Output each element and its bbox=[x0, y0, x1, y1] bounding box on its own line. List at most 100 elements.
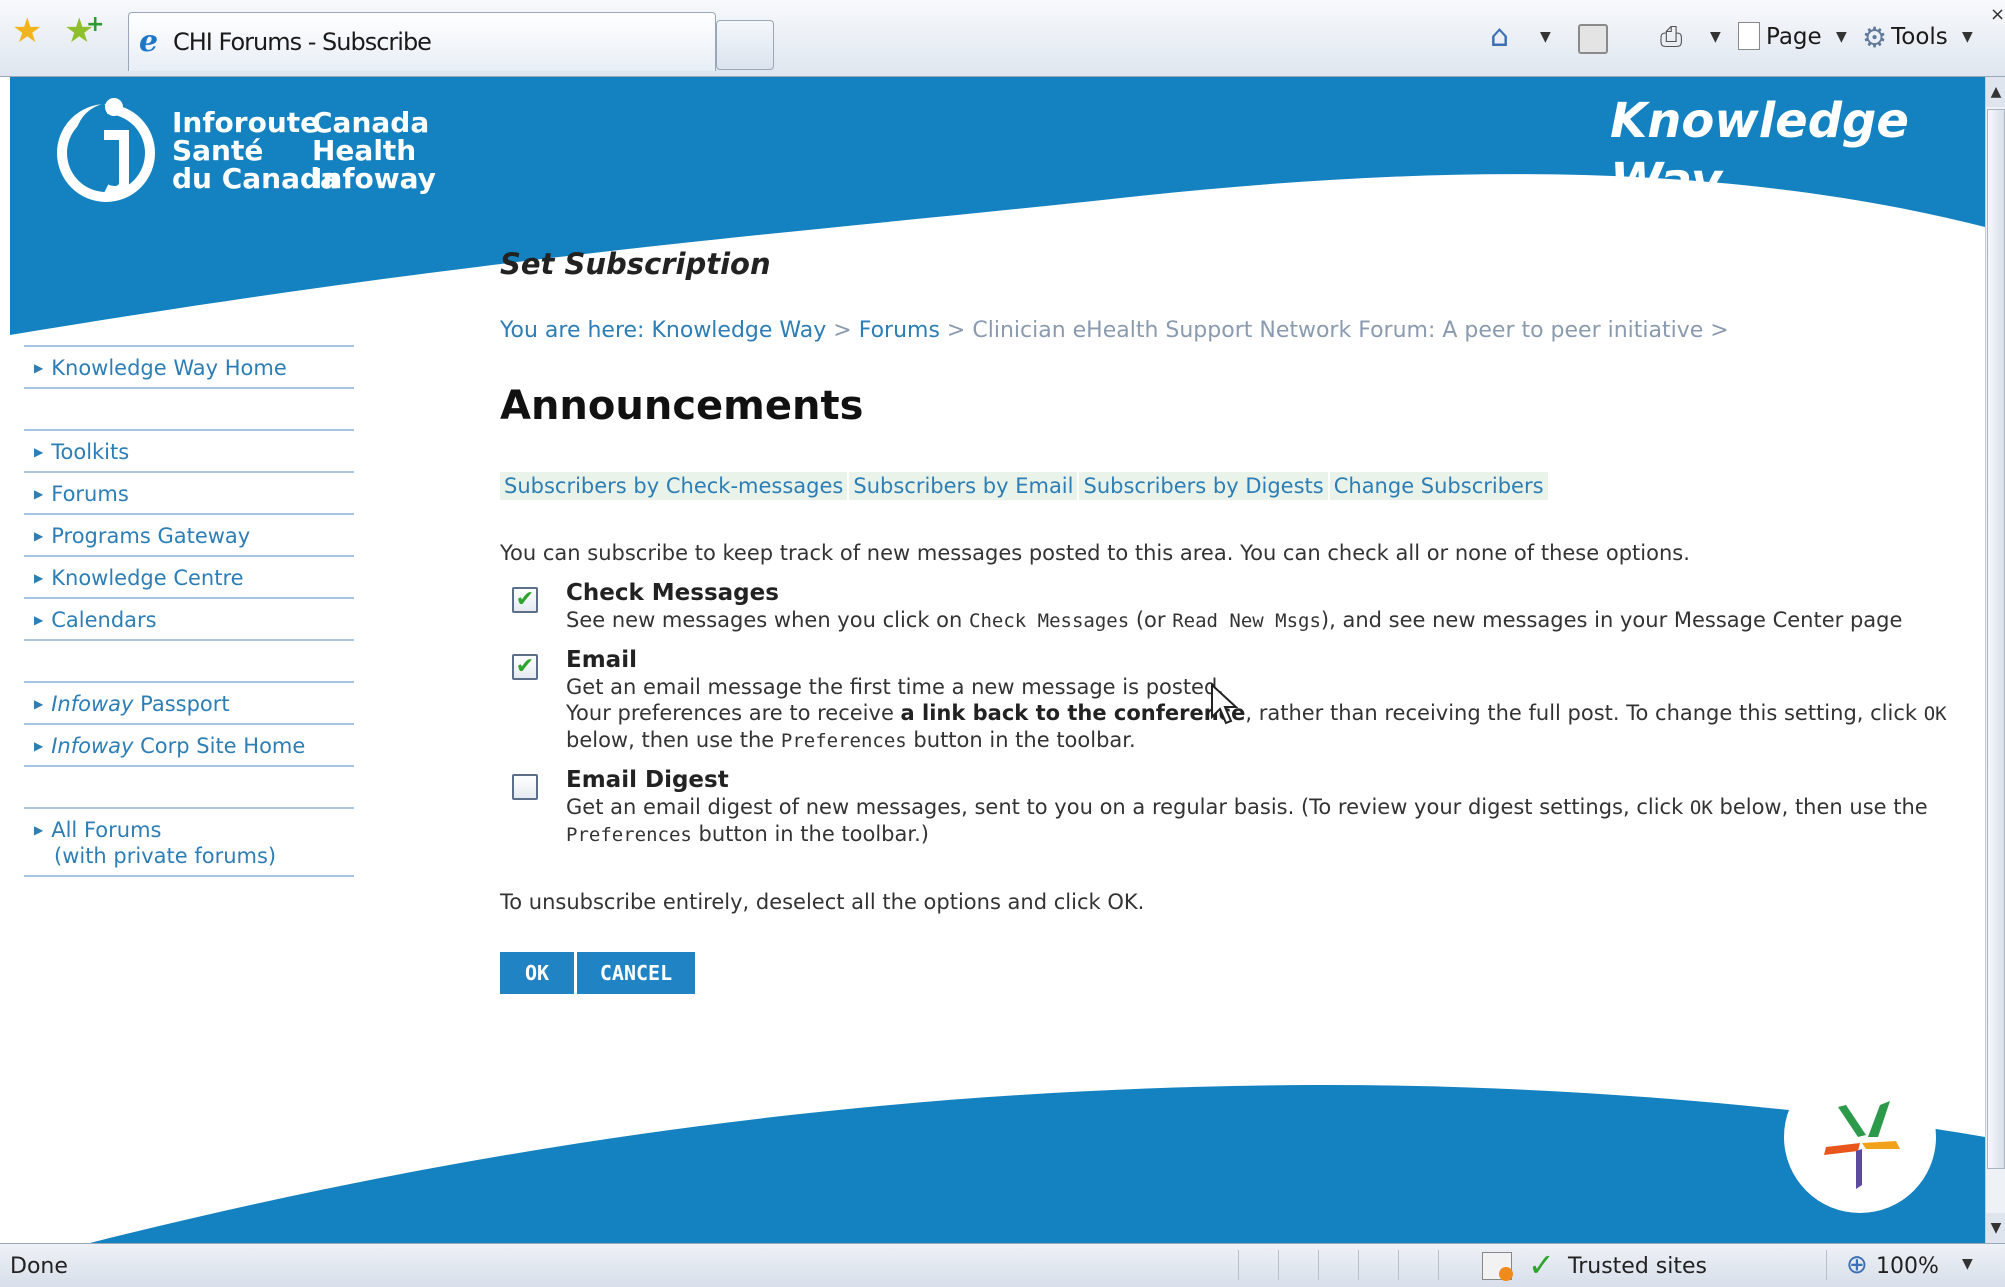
cancel-button[interactable]: CANCEL bbox=[577, 952, 695, 994]
status-divider bbox=[1318, 1250, 1319, 1280]
triangle-right-icon: ▶ bbox=[34, 823, 44, 837]
browser-toolbar: ★ ★ + e CHI Forums - Subscribe ⌂ ▼ ⎙ ▼ Pa… bbox=[0, 0, 2005, 77]
status-divider bbox=[1358, 1250, 1359, 1280]
page-dropdown-icon[interactable]: ▼ bbox=[1836, 20, 1847, 54]
unsubscribe-note: To unsubscribe entirely, deselect all th… bbox=[500, 890, 1145, 914]
triangle-right-icon: ▶ bbox=[34, 487, 44, 501]
page-icon bbox=[1738, 22, 1760, 50]
triangle-right-icon: ▶ bbox=[34, 613, 44, 627]
triangle-right-icon: ▶ bbox=[34, 697, 44, 711]
triangle-right-icon: ▶ bbox=[34, 529, 44, 543]
link-subscribers-by-email[interactable]: Subscribers by Email bbox=[849, 472, 1078, 500]
link-subscribers-by-digests[interactable]: Subscribers by Digests bbox=[1079, 472, 1328, 500]
status-divider bbox=[1826, 1250, 1827, 1280]
gear-icon: ⚙ bbox=[1862, 21, 1888, 54]
nav-group: ▶ Knowledge Way Home bbox=[24, 345, 354, 389]
sidebar-item-all-forums[interactable]: ▶ All Forums (with private forums) bbox=[24, 809, 354, 877]
page-title: Announcements bbox=[500, 383, 864, 429]
triangle-right-icon: ▶ bbox=[34, 445, 44, 459]
status-text: Done bbox=[10, 1254, 68, 1279]
protected-mode-icon[interactable] bbox=[1482, 1252, 1513, 1281]
breadcrumb-link-forums[interactable]: Forums bbox=[859, 318, 940, 343]
section-title: Set Subscription bbox=[500, 247, 771, 281]
zoom-icon[interactable]: ⊕ bbox=[1846, 1250, 1868, 1280]
browser-tab[interactable]: e CHI Forums - Subscribe bbox=[128, 12, 716, 71]
scroll-up-icon[interactable]: ▲ bbox=[1986, 77, 2005, 107]
triangle-right-icon: ▶ bbox=[34, 571, 44, 585]
scroll-down-icon[interactable]: ▼ bbox=[1986, 1213, 2005, 1243]
status-bar: Done ✓ Trusted sites ⊕ 100% ▼ bbox=[0, 1243, 2005, 1287]
ie-logo-icon: e bbox=[139, 24, 159, 59]
intro-text: You can subscribe to keep track of new m… bbox=[500, 541, 1690, 565]
email-checkbox[interactable]: ✔ bbox=[512, 654, 538, 680]
print-dropdown-icon[interactable]: ▼ bbox=[1710, 20, 1721, 54]
page-viewport: Inforoute Santé du Canada Canada Health … bbox=[10, 77, 1985, 1243]
logo-english-text: Canada Health Infoway bbox=[312, 106, 436, 195]
home-icon[interactable]: ⌂ bbox=[1490, 20, 1509, 54]
close-icon[interactable]: × bbox=[1990, 4, 2005, 25]
subscriber-links: Subscribers by Check-messages Subscribers… bbox=[500, 471, 1980, 501]
checkmark-icon: ✓ bbox=[1528, 1246, 1555, 1284]
zoom-dropdown-icon[interactable]: ▼ bbox=[1962, 1256, 1973, 1272]
tab-title: CHI Forums - Subscribe bbox=[173, 28, 432, 56]
sidebar-item-infoway-corp-site-home[interactable]: ▶ Infoway Corp Site Home bbox=[24, 725, 354, 767]
status-divider bbox=[1438, 1250, 1439, 1280]
triangle-right-icon: ▶ bbox=[34, 739, 44, 753]
home-dropdown-icon[interactable]: ▼ bbox=[1540, 20, 1551, 54]
link-change-subscribers[interactable]: Change Subscribers bbox=[1329, 472, 1548, 500]
email-digest-label: Email Digest bbox=[566, 767, 729, 793]
add-favorites-icon[interactable]: ★ + bbox=[64, 12, 104, 48]
nav-group: ▶ Toolkits ▶ Forums ▶ Programs Gateway ▶ Kno… bbox=[24, 429, 354, 641]
sidebar-item-calendars[interactable]: ▶ Calendars bbox=[24, 599, 354, 641]
email-digest-description: Get an email digest of new messages, sen… bbox=[566, 795, 1928, 846]
ok-button[interactable]: OK bbox=[500, 952, 574, 994]
nav-group: ▶ Infoway Passport ▶ Infoway Corp Site Hom… bbox=[24, 681, 354, 767]
print-icon[interactable]: ⎙ bbox=[1660, 20, 1682, 54]
check-messages-checkbox[interactable]: ✔ bbox=[512, 587, 538, 613]
tools-menu[interactable]: ⚙ Tools bbox=[1862, 20, 1948, 55]
tools-dropdown-icon[interactable]: ▼ bbox=[1962, 20, 1973, 54]
email-digest-checkbox[interactable] bbox=[512, 774, 538, 800]
tools-menu-label: Tools bbox=[1891, 24, 1948, 50]
check-messages-label: Check Messages bbox=[566, 580, 779, 606]
feeds-icon[interactable] bbox=[1578, 24, 1608, 54]
page-menu-label: Page bbox=[1766, 24, 1822, 50]
vertical-scrollbar[interactable]: ▲ ▼ bbox=[1985, 77, 2005, 1243]
option-check-messages: ✔ Check Messages See new messages when y… bbox=[512, 579, 1980, 634]
email-description: Get an email message the first time a ne… bbox=[566, 675, 1947, 752]
status-divider bbox=[1278, 1250, 1279, 1280]
zoom-level[interactable]: 100% bbox=[1876, 1254, 1939, 1279]
breadcrumb-prefix: You are here: bbox=[500, 318, 645, 343]
breadcrumb-current: Clinician eHealth Support Network Forum:… bbox=[972, 318, 1729, 343]
main-content: Set Subscription You are here: Knowledge… bbox=[500, 247, 1980, 994]
status-divider bbox=[1398, 1250, 1399, 1280]
sidebar-item-toolkits[interactable]: ▶ Toolkits bbox=[24, 431, 354, 473]
sidebar-item-infoway-passport[interactable]: ▶ Infoway Passport bbox=[24, 683, 354, 725]
page-menu[interactable]: Page bbox=[1738, 20, 1822, 54]
triangle-right-icon: ▶ bbox=[34, 361, 44, 375]
infoway-logo-icon bbox=[57, 98, 155, 202]
link-subscribers-by-check-messages[interactable]: Subscribers by Check-messages bbox=[500, 472, 848, 500]
email-label: Email bbox=[566, 647, 637, 673]
sidebar-item-forums[interactable]: ▶ Forums bbox=[24, 473, 354, 515]
breadcrumb-separator: > bbox=[833, 318, 852, 343]
breadcrumb-separator: > bbox=[946, 318, 966, 343]
nav-group: ▶ All Forums (with private forums) bbox=[24, 807, 354, 877]
sidebar-item-knowledge-centre[interactable]: ▶ Knowledge Centre bbox=[24, 557, 354, 599]
scroll-thumb[interactable] bbox=[1987, 109, 2005, 1169]
breadcrumb: You are here: Knowledge Way > Forums > C… bbox=[500, 317, 1980, 345]
site-title: Knowledge Way bbox=[1610, 93, 1909, 209]
option-email-digest: Email Digest Get an email digest of new … bbox=[512, 766, 1980, 848]
favorites-star-icon[interactable]: ★ bbox=[12, 14, 42, 48]
mouse-cursor-icon bbox=[1211, 683, 1238, 725]
sidebar-item-programs-gateway[interactable]: ▶ Programs Gateway bbox=[24, 515, 354, 557]
sidebar-nav: ▶ Knowledge Way Home ▶ Toolkits ▶ Forums ▶ P… bbox=[24, 345, 354, 917]
status-divider bbox=[1238, 1250, 1239, 1280]
breadcrumb-link-knowledge-way[interactable]: Knowledge Way bbox=[651, 318, 826, 343]
check-messages-description: See new messages when you click on Check… bbox=[566, 608, 1903, 632]
form-buttons: OK CANCEL bbox=[500, 952, 1980, 994]
security-zone-label[interactable]: Trusted sites bbox=[1568, 1254, 1707, 1279]
new-tab-button[interactable] bbox=[716, 20, 774, 70]
option-email: ✔ Email Get an email message the first t… bbox=[512, 646, 1980, 754]
sidebar-item-knowledge-way-home[interactable]: ▶ Knowledge Way Home bbox=[24, 347, 354, 389]
